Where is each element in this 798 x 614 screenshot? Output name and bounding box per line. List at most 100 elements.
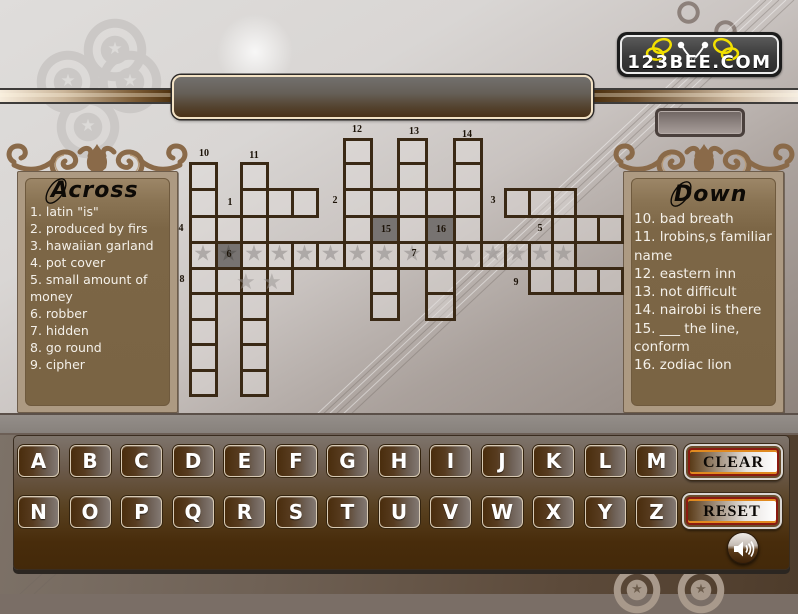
grid-cell[interactable]	[452, 214, 483, 244]
down-clue: 10. bad breath	[634, 211, 734, 227]
clue-number-label: 14	[462, 129, 472, 140]
key-c-button[interactable]: C	[121, 445, 162, 477]
grid-cell[interactable]	[188, 161, 218, 191]
grid-cell[interactable]	[550, 187, 577, 218]
grid-cell[interactable]	[239, 214, 269, 244]
across-clue: 3. hawaiian garland	[30, 238, 154, 253]
star-icon: ★	[507, 241, 527, 267]
grid-cell[interactable]	[396, 214, 428, 244]
sound-toggle-button[interactable]	[727, 532, 759, 564]
key-s-button[interactable]: S	[275, 496, 317, 528]
grid-cell[interactable]	[290, 187, 319, 218]
grid-cell[interactable]	[342, 137, 373, 165]
clue-number-label: 4	[178, 223, 184, 234]
grid-cell[interactable]	[239, 161, 269, 191]
key-q-button[interactable]: Q	[172, 496, 214, 528]
star-icon: ★	[530, 241, 551, 267]
grid-cell[interactable]	[342, 187, 373, 218]
key-n-button[interactable]: N	[18, 496, 59, 528]
key-k-button[interactable]: K	[533, 445, 574, 477]
key-j-button[interactable]: J	[481, 445, 523, 477]
key-u-button[interactable]: U	[378, 496, 420, 528]
reset-button-label: RESET	[686, 497, 778, 525]
grid-cell[interactable]	[188, 368, 218, 397]
grid-cell[interactable]	[188, 266, 218, 295]
grid-cell[interactable]	[596, 266, 624, 295]
grid-cell[interactable]	[369, 187, 400, 218]
grid-cell[interactable]: ★	[342, 240, 373, 270]
grid-cell[interactable]	[452, 187, 483, 218]
grid-cell[interactable]: ★	[424, 240, 456, 270]
key-a-button[interactable]: A	[18, 445, 59, 477]
grid-cell[interactable]	[239, 342, 269, 372]
grid-cell[interactable]	[188, 291, 218, 321]
clue-number-label: 1	[227, 197, 233, 208]
star-icon: ★	[374, 241, 395, 267]
grid-cell[interactable]: ★	[265, 240, 294, 270]
grid-cell[interactable]: ★	[503, 240, 531, 270]
logo[interactable]: 123BEE.COM	[617, 32, 782, 77]
key-w-button[interactable]: W	[481, 496, 523, 528]
grid-cell[interactable]	[342, 161, 373, 191]
key-m-button[interactable]: M	[636, 445, 677, 477]
grid-cell[interactable]	[503, 187, 531, 218]
key-t-button[interactable]: T	[327, 496, 368, 528]
grid-cell[interactable]: ★	[188, 240, 218, 270]
grid-cell[interactable]: ★	[550, 240, 577, 270]
grid-cell[interactable]	[239, 368, 269, 397]
key-d-button[interactable]: D	[172, 445, 214, 477]
grid-cell[interactable]: ★	[239, 240, 269, 270]
grid-cell[interactable]	[239, 187, 269, 218]
key-y-button[interactable]: Y	[584, 496, 626, 528]
grid-cell[interactable]: ★	[315, 240, 346, 270]
grid-cell[interactable]	[369, 291, 400, 321]
key-f-button[interactable]: F	[275, 445, 317, 477]
clue-number-label: 12	[352, 124, 362, 135]
grid-cell[interactable]	[342, 214, 373, 244]
grid-cell[interactable]	[188, 187, 218, 218]
grid-cell[interactable]	[188, 317, 218, 346]
clue-number-label: 11	[249, 150, 259, 161]
key-g-button[interactable]: G	[327, 445, 368, 477]
down-clue: 12. eastern inn	[634, 265, 736, 282]
key-z-button[interactable]: Z	[636, 496, 677, 528]
key-l-button[interactable]: L	[584, 445, 626, 477]
reset-button[interactable]: RESET	[682, 493, 782, 529]
key-h-button[interactable]: H	[378, 445, 420, 477]
grid-cell[interactable]	[239, 291, 269, 321]
clear-button-label: CLEAR	[688, 448, 779, 476]
key-i-button[interactable]: I	[430, 445, 471, 477]
key-v-button[interactable]: V	[430, 496, 471, 528]
grid-cell[interactable]	[596, 214, 624, 244]
grid-cell[interactable]: ★	[479, 240, 507, 270]
grid-cell[interactable]: ★	[290, 240, 319, 270]
clear-button[interactable]: CLEAR	[684, 444, 783, 480]
key-p-button[interactable]: P	[121, 496, 162, 528]
grid-cell[interactable]	[452, 137, 483, 165]
across-clue: 5. small amount of money	[30, 272, 148, 304]
grid-cell[interactable]	[396, 137, 428, 165]
grid-cell[interactable]	[396, 161, 428, 191]
key-o-button[interactable]: O	[69, 496, 111, 528]
grid-cell[interactable]	[265, 187, 294, 218]
clue-number-label: 13	[409, 126, 419, 137]
grid-cell[interactable]	[188, 214, 218, 244]
grid-cell[interactable]	[424, 291, 456, 321]
grid-cell[interactable]	[424, 266, 456, 295]
key-b-button[interactable]: B	[69, 445, 111, 477]
grid-cell[interactable]: ★	[452, 240, 483, 270]
key-r-button[interactable]: R	[224, 496, 265, 528]
grid-cell[interactable]	[452, 161, 483, 191]
grid-cell[interactable]	[214, 214, 243, 244]
grid-cell[interactable]	[424, 187, 456, 218]
grid-cell[interactable]	[239, 317, 269, 346]
grid-cell[interactable]	[188, 342, 218, 372]
key-e-button[interactable]: E	[224, 445, 265, 477]
clue-number-label: 8	[179, 274, 185, 285]
down-clue-list: 10. bad breath 11. lrobins,s familiar na…	[634, 210, 782, 375]
grid-cell[interactable]	[369, 266, 400, 295]
grid-cell[interactable]	[396, 187, 428, 218]
down-clue: 13. not difficult	[634, 284, 737, 301]
grid-cell[interactable]: ★	[369, 240, 400, 270]
key-x-button[interactable]: X	[533, 496, 574, 528]
